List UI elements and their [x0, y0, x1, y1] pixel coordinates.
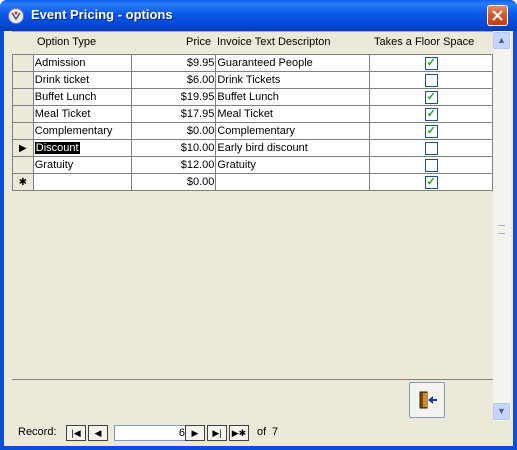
option-type-cell[interactable]: Meal Ticket — [32, 105, 133, 123]
floor-space-checkbox[interactable]: ✓ — [424, 124, 438, 138]
floor-space-checkbox[interactable]: ✓ — [424, 90, 438, 104]
option-type-text: Meal Ticket — [34, 108, 91, 120]
option-type-cell[interactable] — [32, 173, 133, 191]
floor-space-checkbox[interactable]: ✓ — [424, 175, 438, 189]
check-icon: ✓ — [426, 56, 436, 69]
table-row[interactable]: Meal Ticket $17.95 Meal Ticket ✓ — [12, 105, 493, 123]
option-type-text: Discount — [34, 142, 80, 154]
price-cell[interactable]: $0.00 — [131, 122, 217, 140]
invoice-text-cell[interactable] — [215, 173, 371, 191]
table-row[interactable]: ✱ $0.00 ✓ — [12, 173, 493, 191]
floor-space-cell: ✓ — [369, 105, 493, 123]
datasheet: Option Type Price Invoice Text Descripto… — [12, 31, 493, 381]
window-title: Event Pricing - options — [31, 7, 173, 22]
column-header-invoice-text: Invoice Text Descripton — [217, 36, 331, 48]
option-type-text: Gratuity — [34, 159, 74, 171]
vertical-scrollbar[interactable]: ▲ ▼ — [493, 31, 511, 421]
price-cell[interactable]: $19.95 — [131, 88, 217, 106]
invoice-text-cell[interactable]: Guaranteed People — [215, 54, 371, 72]
close-button[interactable] — [487, 5, 508, 26]
window: Event Pricing - options Option Type Pric… — [0, 0, 517, 450]
option-type-text: Drink ticket — [34, 74, 90, 86]
invoice-text-cell[interactable]: Gratuity — [215, 156, 371, 174]
current-record-input[interactable]: 6 — [114, 425, 190, 441]
floor-space-checkbox[interactable]: ✓ — [424, 107, 438, 121]
table-row[interactable]: Buffet Lunch $19.95 Buffet Lunch ✓ — [12, 88, 493, 106]
divider — [12, 379, 493, 380]
floor-space-cell: ✓ — [369, 88, 493, 106]
previous-record-button[interactable]: ◀ — [88, 425, 108, 441]
floor-space-checkbox[interactable] — [424, 158, 438, 172]
option-type-cell[interactable]: Complementary — [32, 122, 133, 140]
floor-space-cell — [369, 139, 493, 157]
floor-space-cell: ✓ — [369, 54, 493, 72]
record-selector[interactable]: ✱ — [12, 173, 34, 191]
scroll-up-button[interactable]: ▲ — [493, 32, 510, 49]
access-form-icon[interactable] — [8, 8, 24, 24]
column-header-option-type: Option Type — [37, 36, 97, 48]
table-row[interactable]: Gratuity $12.00 Gratuity — [12, 156, 493, 174]
price-cell[interactable]: $10.00 — [131, 139, 217, 157]
column-header-price: Price — [186, 36, 212, 48]
next-record-button[interactable]: ▶ — [185, 425, 205, 441]
table-row[interactable]: Admission $9.95 Guaranteed People ✓ — [12, 54, 493, 72]
floor-space-cell: ✓ — [369, 173, 493, 191]
invoice-text-cell[interactable]: Drink Tickets — [215, 71, 371, 89]
options-table: Admission $9.95 Guaranteed People ✓ Drink ti… — [12, 54, 493, 191]
record-selector[interactable] — [12, 156, 34, 174]
price-cell[interactable]: $17.95 — [131, 105, 217, 123]
record-selector[interactable] — [12, 88, 34, 106]
check-icon: ✓ — [426, 107, 436, 120]
form-body: Option Type Price Invoice Text Descripto… — [4, 31, 513, 446]
record-total: 7 — [272, 426, 279, 438]
last-record-button[interactable]: ▶| — [207, 425, 227, 441]
table-row[interactable]: Complementary $0.00 Complementary ✓ — [12, 122, 493, 140]
table-row[interactable]: Drink ticket $6.00 Drink Tickets — [12, 71, 493, 89]
option-type-cell[interactable]: Buffet Lunch — [32, 88, 133, 106]
exit-door-icon — [419, 391, 437, 409]
price-cell[interactable]: $12.00 — [131, 156, 217, 174]
invoice-text-cell[interactable]: Early bird discount — [215, 139, 371, 157]
invoice-text-cell[interactable]: Buffet Lunch — [215, 88, 371, 106]
floor-space-checkbox[interactable] — [424, 73, 438, 87]
floor-space-checkbox[interactable]: ✓ — [424, 56, 438, 70]
record-selector[interactable]: ▶ — [12, 139, 34, 157]
column-header-floor-space: Takes a Floor Space — [374, 36, 475, 48]
price-cell[interactable]: $6.00 — [131, 71, 217, 89]
floor-space-checkbox[interactable] — [424, 141, 438, 155]
title-bar[interactable]: Event Pricing - options — [0, 0, 517, 31]
record-selector[interactable] — [12, 105, 34, 123]
check-icon: ✓ — [426, 124, 436, 137]
option-type-cell[interactable]: Gratuity — [32, 156, 133, 174]
check-icon: ✓ — [426, 90, 436, 103]
invoice-text-cell[interactable]: Complementary — [215, 122, 371, 140]
close-icon — [492, 10, 503, 21]
option-type-cell[interactable]: Discount — [32, 139, 133, 157]
scroll-down-button[interactable]: ▼ — [493, 403, 510, 420]
table-row[interactable]: ▶ Discount $10.00 Early bird discount — [12, 139, 493, 157]
floor-space-cell: ✓ — [369, 122, 493, 140]
exit-button[interactable] — [409, 382, 445, 418]
record-of-label: of — [257, 426, 267, 438]
new-record-button[interactable]: ▶✱ — [229, 425, 249, 441]
record-selector[interactable] — [12, 71, 34, 89]
record-label: Record: — [18, 426, 57, 438]
price-cell[interactable]: $0.00 — [131, 173, 217, 191]
option-type-text: Buffet Lunch — [34, 91, 97, 103]
scroll-thumb[interactable] — [498, 225, 505, 234]
first-record-button[interactable]: |◀ — [66, 425, 86, 441]
option-type-cell[interactable]: Admission — [32, 54, 133, 72]
price-cell[interactable]: $9.95 — [131, 54, 217, 72]
option-type-cell[interactable]: Drink ticket — [32, 71, 133, 89]
record-selector[interactable] — [12, 122, 34, 140]
invoice-text-cell[interactable]: Meal Ticket — [215, 105, 371, 123]
option-type-text: Complementary — [34, 125, 113, 137]
floor-space-cell — [369, 156, 493, 174]
record-selector[interactable] — [12, 54, 34, 72]
floor-space-cell — [369, 71, 493, 89]
option-type-text: Admission — [34, 57, 86, 69]
check-icon: ✓ — [426, 175, 436, 188]
